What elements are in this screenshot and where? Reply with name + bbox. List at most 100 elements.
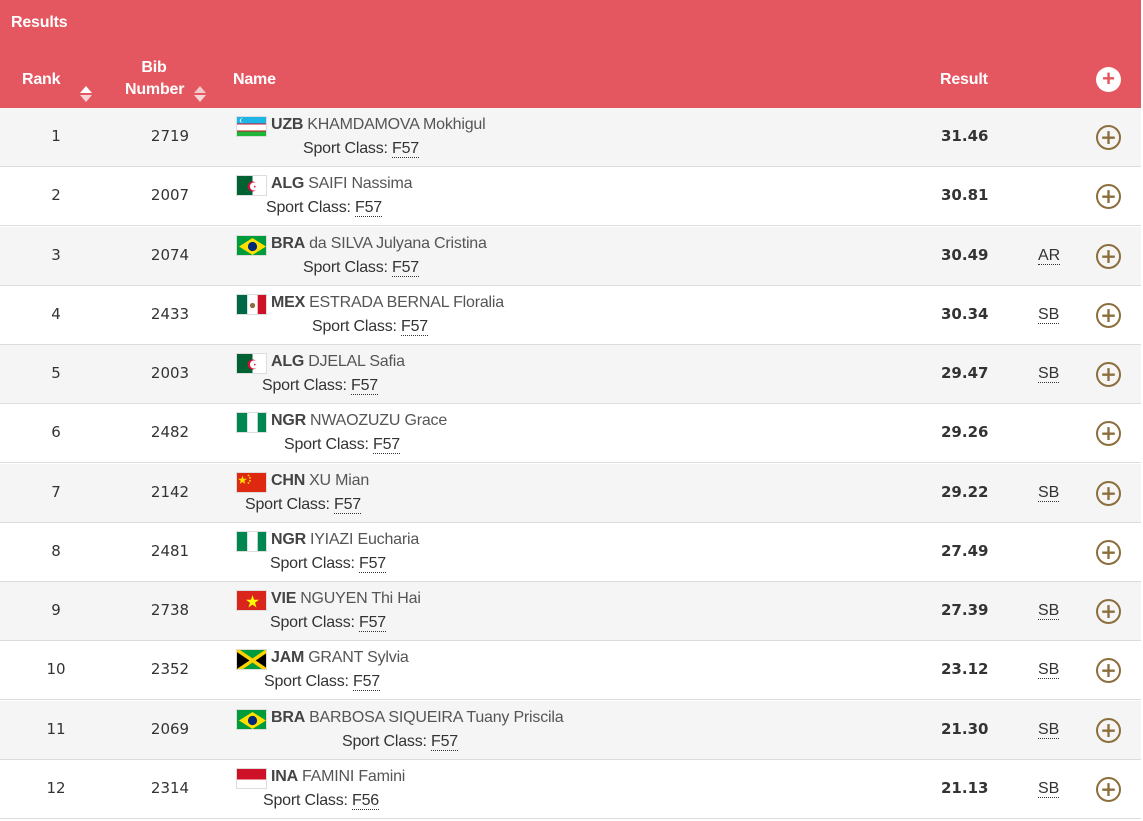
expand-row-plus-icon[interactable]: + bbox=[1096, 421, 1121, 447]
bib-cell: 2074 bbox=[150, 245, 190, 264]
expand-all-plus-icon[interactable]: + bbox=[1096, 67, 1121, 92]
expand-row-plus-icon[interactable]: + bbox=[1096, 717, 1121, 743]
record-badge: SB bbox=[1038, 365, 1060, 383]
rank-cell: 1 bbox=[51, 127, 61, 145]
athlete-name-text: IYIAZI Eucharia bbox=[309, 530, 420, 548]
athlete-name[interactable]: ALG SAIFI Nassima bbox=[271, 175, 412, 193]
expand-row-plus-icon[interactable]: + bbox=[1096, 302, 1121, 328]
athlete-name[interactable]: UZB KHAMDAMOVA Mokhigul bbox=[271, 116, 486, 134]
result-cell: 27.39 bbox=[941, 601, 989, 619]
table-row[interactable]: 9 2738 VIE NGUYEN Thi Hai Sport Class: F57 27… bbox=[0, 582, 1141, 641]
sort-bib-icon[interactable] bbox=[194, 86, 206, 104]
column-header-rank[interactable]: Rank bbox=[22, 69, 61, 91]
rank-cell: 3 bbox=[51, 245, 61, 264]
noc-code: BRA bbox=[271, 234, 306, 252]
record-badge: SB bbox=[1038, 305, 1060, 324]
rank-cell: 4 bbox=[51, 304, 61, 323]
column-header-bib[interactable]: Bib Number bbox=[125, 57, 185, 101]
athlete-name[interactable]: CHN XU Mian bbox=[271, 472, 369, 490]
table-row[interactable]: 7 2142 CHN XU Mian Sport Class: F57 29.22 SB + bbox=[0, 463, 1141, 523]
athlete-name[interactable]: BRA BARBOSA SIQUEIRA Tuany Priscila bbox=[271, 709, 564, 727]
athlete-name[interactable]: BRA da SILVA Julyana Cristina bbox=[271, 235, 487, 253]
rank-cell: 2 bbox=[51, 186, 61, 205]
athlete-name-text: DJELAL Safia bbox=[308, 353, 405, 370]
athlete-name-text: XU Mian bbox=[309, 471, 370, 489]
jamaica-flag-icon bbox=[236, 649, 267, 671]
sport-class-label: Sport Class: bbox=[264, 673, 349, 691]
expand-row-plus-icon[interactable]: + bbox=[1096, 776, 1121, 802]
table-row[interactable]: 5 2003 ALG DJELAL Safia Sport Class: F57 29.4… bbox=[0, 345, 1141, 404]
column-header-name: Name bbox=[233, 71, 276, 88]
table-row[interactable]: 2 2007 ALG SAIFI Nassima Sport Class: F57 30.… bbox=[0, 167, 1141, 227]
table-row[interactable]: 11 2069 BRA BARBOSA SIQUEIRA Tuany Priscila… bbox=[0, 700, 1141, 760]
rank-cell: 8 bbox=[51, 541, 61, 560]
sport-class-value: F57 bbox=[359, 614, 386, 632]
expand-row-plus-icon[interactable]: + bbox=[1096, 125, 1121, 150]
table-row[interactable]: 4 2433 MEX ESTRADA BERNAL Floralia Sport Cla… bbox=[0, 285, 1141, 345]
sport-class: Sport Class: F57 bbox=[266, 199, 382, 218]
bib-cell: 2433 bbox=[150, 304, 190, 323]
athlete-name[interactable]: JAM GRANT Sylvia bbox=[271, 649, 409, 667]
athlete-name[interactable]: VIE NGUYEN Thi Hai bbox=[271, 590, 421, 608]
expand-row-plus-icon[interactable]: + bbox=[1096, 658, 1121, 684]
sport-class-value: F57 bbox=[373, 436, 400, 455]
athlete-name[interactable]: ALG DJELAL Safia bbox=[271, 353, 405, 371]
column-header-bib-line1: Bib bbox=[141, 59, 167, 76]
sport-class: Sport Class: F57 bbox=[264, 673, 380, 692]
expand-row-plus-icon[interactable]: + bbox=[1096, 362, 1121, 387]
athlete-name[interactable]: NGR NWAOZUZU Grace bbox=[271, 412, 447, 430]
sport-class-label: Sport Class: bbox=[245, 495, 330, 513]
sport-class-value: F57 bbox=[355, 199, 382, 218]
table-row[interactable]: 1 2719 UZB KHAMDAMOVA Mokhigul Sport Class: … bbox=[0, 108, 1141, 167]
uzbekistan-flag-icon bbox=[236, 116, 267, 137]
table-row[interactable]: 3 2074 BRA da SILVA Julyana Cristina Sport C… bbox=[0, 226, 1141, 286]
bib-cell: 2738 bbox=[150, 601, 190, 619]
athlete-name[interactable]: INA FAMINI Famini bbox=[271, 768, 405, 786]
expand-row-plus-icon[interactable]: + bbox=[1096, 243, 1121, 269]
noc-code: ALG bbox=[271, 175, 305, 193]
table-row[interactable]: 6 2482 NGR NWAOZUZU Grace Sport Class: F57 29… bbox=[0, 404, 1141, 464]
bib-cell: 2314 bbox=[150, 778, 190, 797]
noc-code: MEX bbox=[271, 293, 306, 311]
noc-code: NGR bbox=[271, 530, 306, 548]
sport-class-value: F56 bbox=[352, 791, 379, 810]
expand-row-plus-icon[interactable]: + bbox=[1096, 539, 1121, 565]
bib-cell: 2352 bbox=[150, 660, 190, 679]
record-badge: AR bbox=[1038, 246, 1061, 265]
noc-code: VIE bbox=[271, 590, 297, 607]
athlete-name[interactable]: NGR IYIAZI Eucharia bbox=[271, 531, 419, 549]
rank-cell: 6 bbox=[51, 423, 61, 442]
rank-cell: 7 bbox=[51, 482, 61, 501]
column-header-bib-line2: Number bbox=[125, 81, 185, 98]
sort-rank-icon[interactable] bbox=[80, 86, 92, 104]
noc-code: CHN bbox=[271, 471, 306, 489]
expand-row-plus-icon[interactable]: + bbox=[1096, 599, 1121, 624]
algeria-flag-icon bbox=[236, 175, 267, 197]
sport-class-label: Sport Class: bbox=[312, 317, 397, 335]
sport-class-value: F57 bbox=[359, 554, 386, 573]
table-row[interactable]: 8 2481 NGR IYIAZI Eucharia Sport Class: F57 2… bbox=[0, 522, 1141, 582]
noc-code: NGR bbox=[271, 412, 306, 430]
record-badge: SB bbox=[1038, 661, 1060, 680]
bib-cell: 2003 bbox=[150, 364, 190, 382]
table-row[interactable]: 10 2352 JAM GRANT Sylvia Sport Class: F57 23.… bbox=[0, 641, 1141, 701]
table-row[interactable]: 12 2314 INA FAMINI Famini Sport Class: F56 21… bbox=[0, 759, 1141, 819]
sport-class-label: Sport Class: bbox=[342, 732, 427, 750]
athlete-name[interactable]: MEX ESTRADA BERNAL Floralia bbox=[271, 294, 504, 312]
noc-code: ALG bbox=[271, 353, 305, 370]
rank-cell: 10 bbox=[46, 660, 66, 679]
column-header-result: Result bbox=[940, 71, 988, 88]
athlete-name-text: da SILVA Julyana Cristina bbox=[309, 234, 487, 252]
sport-class: Sport Class: F56 bbox=[263, 791, 379, 810]
athlete-name-text: NWAOZUZU Grace bbox=[309, 412, 448, 430]
result-cell: 21.30 bbox=[941, 719, 989, 738]
results-panel: Results Rank Bib Number Name Result + 12… bbox=[0, 0, 1143, 821]
sport-class-label: Sport Class: bbox=[263, 791, 348, 809]
result-cell: 30.81 bbox=[941, 186, 989, 205]
sport-class: Sport Class: F57 bbox=[270, 614, 386, 632]
expand-row-plus-icon[interactable]: + bbox=[1096, 480, 1121, 506]
expand-row-plus-icon[interactable]: + bbox=[1096, 184, 1121, 210]
nigeria-flag-icon bbox=[236, 412, 267, 434]
record-badge: SB bbox=[1038, 779, 1060, 798]
brazil-flag-icon bbox=[236, 234, 267, 256]
